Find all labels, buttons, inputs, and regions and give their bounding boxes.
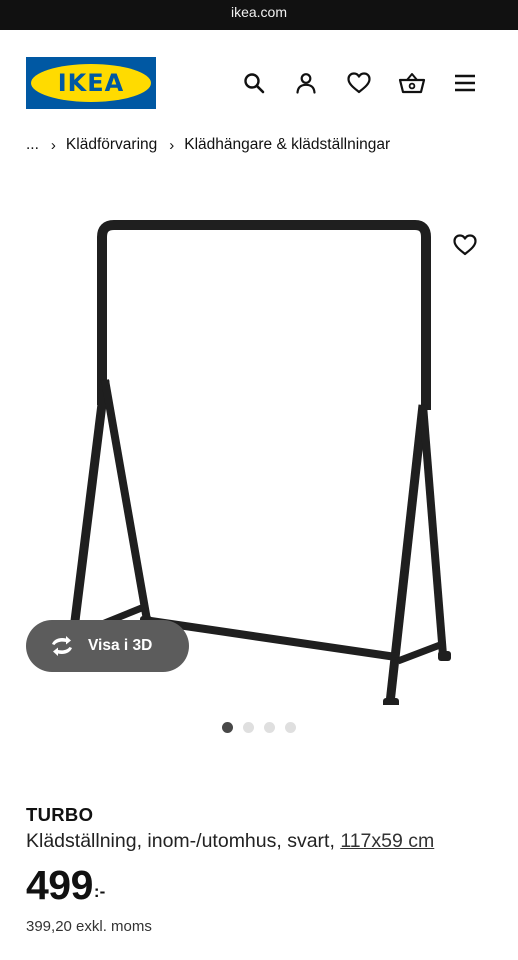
product-size-link[interactable]: 117x59 cm (340, 830, 434, 852)
price-amount: 499 (26, 862, 93, 908)
breadcrumb-item-kladhangare[interactable]: Klädhängare & klädställningar (184, 136, 390, 154)
menu-icon[interactable] (450, 68, 480, 98)
browser-url-bar[interactable]: ikea.com (0, 0, 518, 30)
breadcrumb-separator: › (169, 136, 175, 154)
product-gallery[interactable]: Visa i 3D (0, 175, 518, 705)
gallery-dot[interactable] (222, 722, 233, 733)
basket-icon[interactable] (397, 68, 427, 98)
ikea-logo[interactable]: IKEA (26, 57, 156, 109)
view-in-3d-label: Visa i 3D (88, 637, 153, 654)
heart-icon[interactable] (344, 68, 374, 98)
gallery-pagination (222, 722, 296, 733)
product-description-line: Klädställning, inom-/utomhus, svart, 117… (26, 830, 434, 853)
price-suffix: :- (93, 882, 106, 901)
breadcrumb-separator: › (50, 136, 56, 154)
gallery-dot[interactable] (243, 722, 254, 733)
search-icon[interactable] (239, 68, 269, 98)
breadcrumb: ... › Klädförvaring › Klädhängare & kläd… (26, 136, 390, 154)
gallery-dot[interactable] (264, 722, 275, 733)
product-price: 499 :- (26, 862, 105, 908)
rotate-3d-icon (52, 636, 72, 656)
favourite-heart-icon[interactable] (450, 230, 480, 260)
browser-url: ikea.com (230, 4, 288, 20)
logo-oval: IKEA (31, 64, 151, 102)
view-in-3d-button[interactable]: Visa i 3D (26, 620, 189, 672)
gallery-dot[interactable] (285, 722, 296, 733)
logo-text: IKEA (57, 69, 125, 97)
breadcrumb-item-kladforvaring[interactable]: Klädförvaring (66, 136, 157, 154)
price-excl-vat: 399,20 exkl. moms (26, 918, 152, 935)
product-name: TURBO (26, 804, 94, 825)
user-icon[interactable] (291, 68, 321, 98)
site-header: IKEA (0, 30, 518, 130)
product-description: Klädställning, inom-/utomhus, svart, (26, 830, 341, 852)
breadcrumb-ellipsis[interactable]: ... (26, 136, 39, 154)
